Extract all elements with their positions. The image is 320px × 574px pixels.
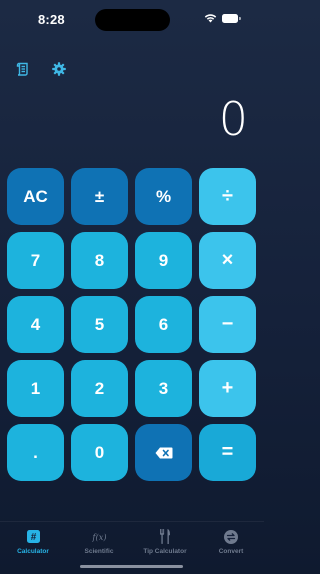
digit-6-button[interactable]: 6	[135, 296, 192, 353]
decimal-button[interactable]: .	[7, 424, 64, 481]
result-display: 0	[218, 92, 248, 146]
wifi-icon	[204, 14, 217, 23]
percent-button[interactable]: %	[135, 168, 192, 225]
divide-button[interactable]: ÷	[199, 168, 256, 225]
equals-button[interactable]: =	[199, 424, 256, 481]
tab-label: Scientific	[84, 548, 114, 555]
add-button[interactable]: +	[199, 360, 256, 417]
tab-calculator[interactable]: # Calculator	[0, 522, 66, 574]
settings-gear-icon[interactable]	[51, 61, 67, 77]
digit-7-button[interactable]: 7	[7, 232, 64, 289]
digit-0-button[interactable]: 0	[71, 424, 128, 481]
digit-1-button[interactable]: 1	[7, 360, 64, 417]
calculator-icon: #	[26, 529, 41, 544]
tab-label: Calculator	[17, 548, 49, 555]
status-icons	[204, 13, 241, 23]
tab-convert[interactable]: Convert	[198, 522, 264, 574]
tab-label: Convert	[218, 548, 244, 555]
toggle-sign-button[interactable]: ±	[71, 168, 128, 225]
clear-button[interactable]: AC	[7, 168, 64, 225]
keypad: AC ± % ÷ 7 8 9 × 4 5 6 − 1 2 3 + . 0 =	[7, 168, 256, 481]
battery-icon	[222, 13, 241, 23]
home-indicator	[80, 565, 183, 568]
digit-4-button[interactable]: 4	[7, 296, 64, 353]
status-time: 8:28	[38, 12, 65, 27]
utensils-icon	[158, 529, 173, 544]
digit-2-button[interactable]: 2	[71, 360, 128, 417]
subtract-button[interactable]: −	[199, 296, 256, 353]
function-icon: f(x)	[92, 529, 107, 544]
multiply-button[interactable]: ×	[199, 232, 256, 289]
svg-text:#: #	[30, 532, 36, 543]
svg-text:f(x): f(x)	[92, 532, 107, 542]
digit-5-button[interactable]: 5	[71, 296, 128, 353]
delete-backward-icon	[155, 447, 172, 458]
digit-8-button[interactable]: 8	[71, 232, 128, 289]
status-bar: 8:28	[0, 0, 264, 40]
dynamic-island	[95, 9, 170, 31]
backspace-button[interactable]	[135, 424, 192, 481]
history-icon[interactable]	[15, 61, 31, 77]
tab-label: Tip Calculator	[143, 548, 187, 555]
convert-icon	[224, 529, 239, 544]
digit-9-button[interactable]: 9	[135, 232, 192, 289]
digit-3-button[interactable]: 3	[135, 360, 192, 417]
